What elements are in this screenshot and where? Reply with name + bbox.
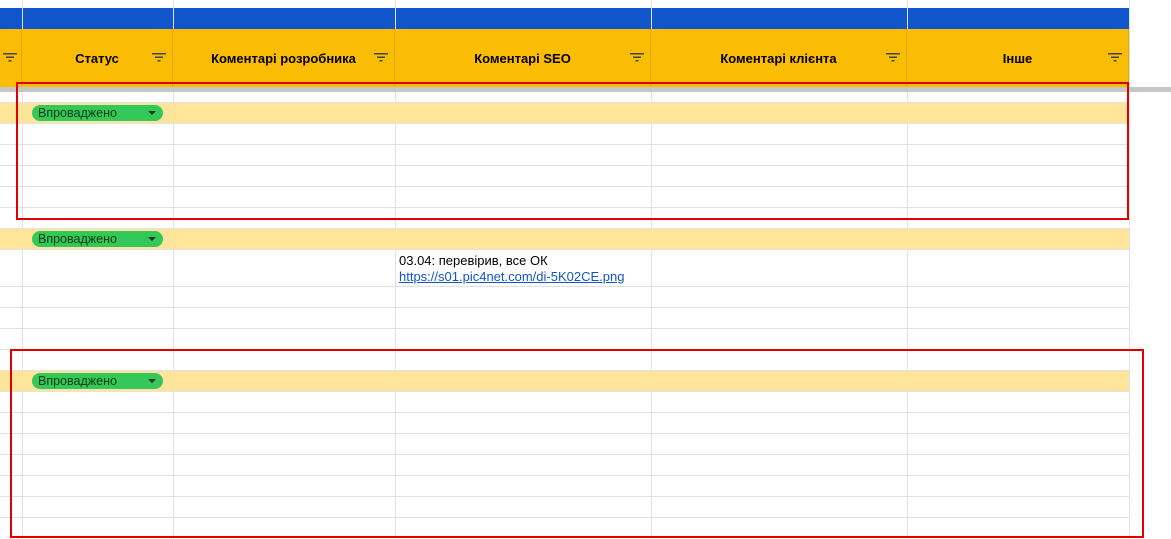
status-chip[interactable]: Впроваджено (32, 231, 163, 247)
seo-comment-cell[interactable]: 03.04: перевірив, все ОК https://s01.pic… (399, 253, 649, 285)
grid-line (0, 249, 1129, 250)
grid-line (0, 307, 1129, 308)
column-header-label: Коментарі розробника (211, 51, 356, 66)
grid-line (0, 123, 1129, 124)
column-header-label: Коментарі клієнта (720, 51, 837, 66)
column-header-status[interactable]: Статус (22, 29, 173, 87)
column-header-client-comments[interactable]: Коментарі клієнта (651, 29, 907, 87)
seo-comment-link[interactable]: https://s01.pic4net.com/di-5K02CE.png (399, 269, 649, 285)
grid-line (0, 433, 1129, 434)
column-header-other[interactable]: Інше (907, 29, 1129, 87)
grid-line (0, 496, 1129, 497)
grid-line (0, 165, 1129, 166)
grid-line (0, 102, 1129, 103)
grid-line (0, 370, 1129, 371)
grid-line (0, 349, 1129, 350)
table-row-highlight (0, 228, 1129, 249)
grid-line (0, 328, 1129, 329)
grid-line (0, 286, 1129, 287)
grid-line (0, 228, 1129, 229)
grid-line (0, 475, 1129, 476)
filter-icon[interactable] (374, 52, 388, 62)
filter-icon[interactable] (3, 52, 17, 62)
column-header-label: Інше (1002, 51, 1033, 66)
table-row-highlight (0, 102, 1129, 123)
grid-line (1129, 0, 1130, 539)
grid-line (0, 207, 1129, 208)
chevron-down-icon[interactable] (148, 237, 156, 241)
status-chip-label: Впроваджено (38, 374, 117, 388)
grid-line (0, 144, 1129, 145)
status-chip[interactable]: Впроваджено (32, 373, 163, 389)
header-band (0, 8, 1129, 29)
filter-icon[interactable] (630, 52, 644, 62)
grid-line (0, 412, 1129, 413)
column-header-label: Статус (75, 51, 119, 66)
column-header-prev[interactable] (0, 29, 22, 87)
chevron-down-icon[interactable] (148, 111, 156, 115)
grid-line (0, 391, 1129, 392)
status-chip-label: Впроваджено (38, 106, 117, 120)
grid-line (0, 186, 1129, 187)
table-row-highlight (0, 370, 1129, 391)
filter-icon[interactable] (152, 52, 166, 62)
status-chip[interactable]: Впроваджено (32, 105, 163, 121)
frozen-row-divider[interactable] (0, 87, 1171, 92)
column-header-label: Коментарі SEO (474, 51, 571, 66)
grid-line (0, 454, 1129, 455)
grid-line (0, 517, 1129, 518)
seo-comment-text: 03.04: перевірив, все ОК (399, 253, 548, 268)
column-header-dev-comments[interactable]: Коментарі розробника (173, 29, 395, 87)
column-header-seo-comments[interactable]: Коментарі SEO (395, 29, 651, 87)
chevron-down-icon[interactable] (148, 379, 156, 383)
status-chip-label: Впроваджено (38, 232, 117, 246)
filter-icon[interactable] (1108, 52, 1122, 62)
filter-icon[interactable] (886, 52, 900, 62)
